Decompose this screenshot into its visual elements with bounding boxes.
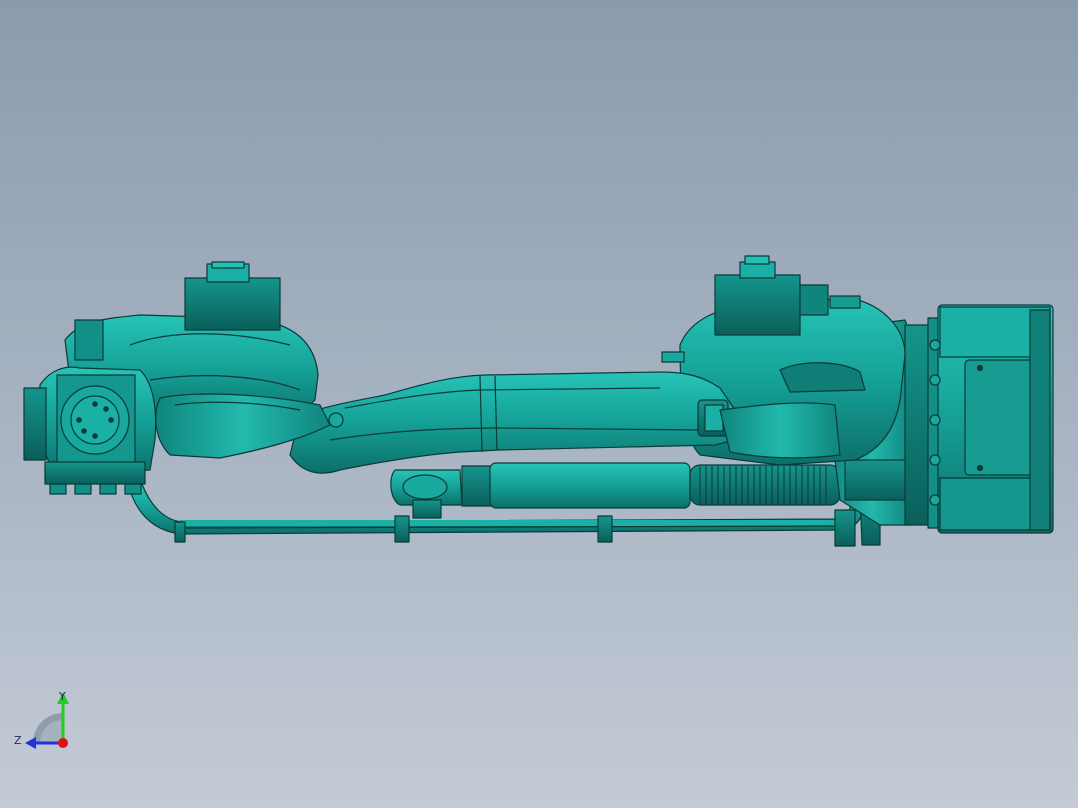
coordinate-triad: Y Z bbox=[14, 690, 69, 749]
cad-viewport[interactable]: Y Z bbox=[0, 0, 1078, 808]
x-axis-dot bbox=[58, 738, 68, 748]
y-axis-label: Y bbox=[58, 690, 66, 703]
wrist-flange bbox=[23, 366, 157, 495]
robot-arm-model[interactable]: Y Z bbox=[0, 0, 1078, 808]
z-axis-label: Z bbox=[14, 734, 22, 747]
balancer-cylinder bbox=[390, 462, 841, 519]
